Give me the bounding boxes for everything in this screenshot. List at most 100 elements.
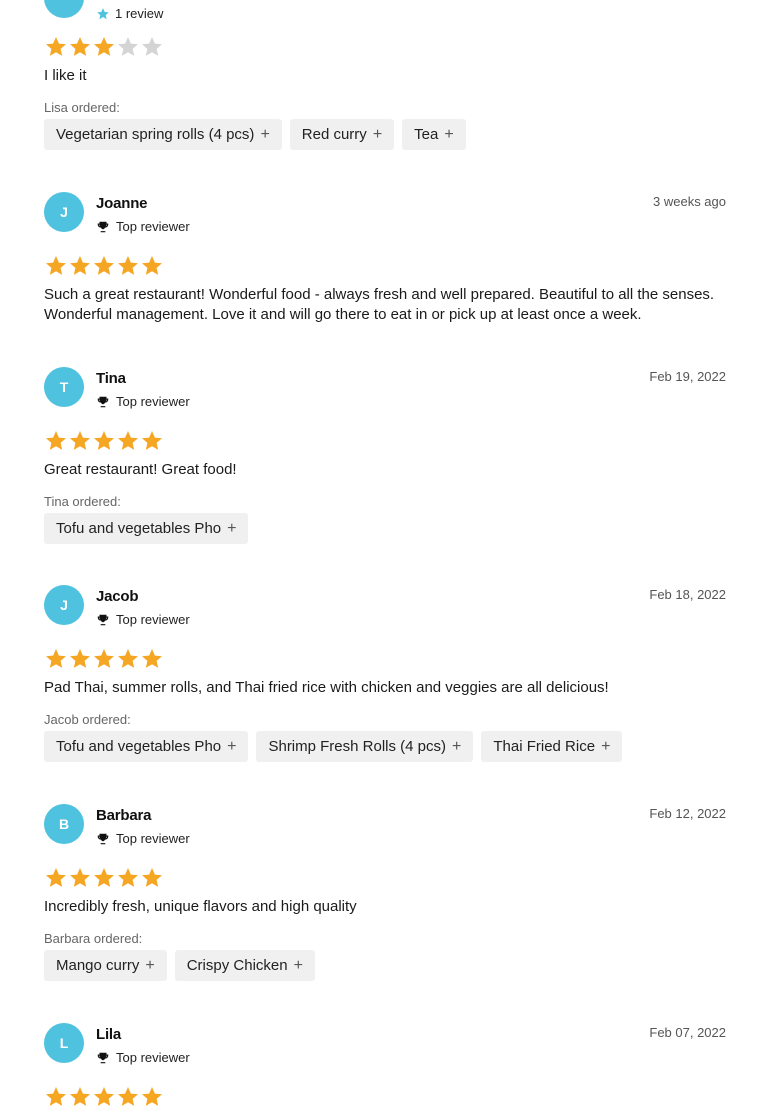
- ordered-item-chip[interactable]: Mango curry +: [44, 950, 167, 981]
- reviewer-name[interactable]: Lila: [96, 1026, 121, 1043]
- ordered-label: Tina ordered:: [44, 494, 121, 509]
- review-date: Feb 12, 2022: [649, 806, 726, 821]
- trophy-icon: [96, 1051, 110, 1065]
- review-text: Pad Thai, summer rolls, and Thai fried r…: [44, 679, 609, 696]
- top-reviewer-badge: Top reviewer: [96, 1050, 190, 1065]
- ordered-label: Jacob ordered:: [44, 712, 131, 727]
- badge-label: Top reviewer: [116, 612, 190, 627]
- star-icon: [140, 1085, 164, 1109]
- star-icon: [44, 866, 68, 890]
- ordered-item-chip[interactable]: Thai Fried Rice +: [481, 731, 623, 762]
- avatar: J: [44, 192, 84, 232]
- star-icon: [140, 429, 164, 453]
- top-reviewer-badge: Top reviewer: [96, 219, 190, 234]
- star-icon: [116, 647, 140, 671]
- star-icon: [140, 254, 164, 278]
- avatar: J: [44, 585, 84, 625]
- review-count: 1 review: [96, 6, 163, 21]
- plus-icon[interactable]: +: [227, 520, 236, 538]
- star-rating: [44, 254, 164, 278]
- plus-icon[interactable]: +: [444, 126, 453, 144]
- top-reviewer-badge: Top reviewer: [96, 612, 190, 627]
- ordered-item-chip[interactable]: Tofu and vegetables Pho +: [44, 513, 249, 544]
- star-icon: [92, 429, 116, 453]
- star-icon: [68, 866, 92, 890]
- review-text: I like it: [44, 67, 87, 84]
- reviewer-name[interactable]: Joanne: [96, 195, 148, 212]
- ordered-item-chip[interactable]: Shrimp Fresh Rolls (4 pcs) +: [256, 731, 474, 762]
- review-date: Feb 19, 2022: [649, 369, 726, 384]
- reviewer-name[interactable]: Jacob: [96, 588, 139, 605]
- ordered-label: Barbara ordered:: [44, 931, 143, 946]
- star-icon: [68, 429, 92, 453]
- ordered-item-label: Crispy Chicken: [186, 957, 288, 974]
- badge-label: Top reviewer: [116, 219, 190, 234]
- review-date: Feb 07, 2022: [649, 1025, 726, 1040]
- ordered-item-label: Tofu and vegetables Pho: [56, 738, 222, 755]
- star-rating: [44, 647, 164, 671]
- star-rating: [44, 35, 164, 59]
- badge-label: Top reviewer: [116, 831, 190, 846]
- badge-label: Top reviewer: [116, 1050, 190, 1065]
- review-date: Feb 18, 2022: [649, 587, 726, 602]
- top-reviewer-badge: Top reviewer: [96, 394, 190, 409]
- plus-icon[interactable]: +: [294, 957, 303, 975]
- ordered-item-label: Shrimp Fresh Rolls (4 pcs): [268, 738, 447, 755]
- ordered-item-label: Mango curry: [56, 957, 140, 974]
- ordered-item-chip[interactable]: Crispy Chicken +: [174, 950, 315, 981]
- badge-label: Top reviewer: [116, 394, 190, 409]
- review-date: 3 weeks ago: [653, 194, 726, 209]
- star-icon: [68, 35, 92, 59]
- ordered-items: Tofu and vegetables Pho + Shrimp Fresh Rol…: [44, 731, 623, 762]
- plus-icon[interactable]: +: [601, 738, 610, 756]
- ordered-item-chip[interactable]: Vegetarian spring rolls (4 pcs) +: [44, 119, 282, 150]
- ordered-item-chip[interactable]: Tea +: [402, 119, 466, 150]
- star-icon: [44, 429, 68, 453]
- review-text: Incredibly fresh, unique flavors and hig…: [44, 898, 357, 915]
- star-icon: [44, 1085, 68, 1109]
- star-icon: [92, 866, 116, 890]
- ordered-label: Lisa ordered:: [44, 100, 120, 115]
- star-icon: [68, 647, 92, 671]
- star-icon: [92, 35, 116, 59]
- trophy-icon: [96, 220, 110, 234]
- ordered-item-chip[interactable]: Tofu and vegetables Pho +: [44, 731, 249, 762]
- plus-icon[interactable]: +: [373, 126, 382, 144]
- star-icon: [116, 866, 140, 890]
- avatar: B: [44, 804, 84, 844]
- star-icon: [116, 254, 140, 278]
- star-icon: [68, 254, 92, 278]
- trophy-icon: [96, 395, 110, 409]
- reviewer-name[interactable]: Barbara: [96, 807, 151, 824]
- plus-icon[interactable]: +: [145, 957, 154, 975]
- ordered-item-label: Thai Fried Rice: [493, 738, 596, 755]
- star-icon: [92, 647, 116, 671]
- ordered-item-label: Red curry: [301, 126, 367, 143]
- review-text: Great restaurant! Great food!: [44, 461, 237, 478]
- plus-icon[interactable]: +: [452, 738, 461, 756]
- star-rating: [44, 1085, 164, 1109]
- ordered-items: Mango curry + Crispy Chicken +: [44, 950, 315, 981]
- star-icon: [116, 429, 140, 453]
- plus-icon[interactable]: +: [260, 126, 269, 144]
- plus-icon[interactable]: +: [227, 738, 236, 756]
- star-icon: [140, 35, 164, 59]
- avatar: T: [44, 367, 84, 407]
- star-icon: [140, 866, 164, 890]
- ordered-items: Tofu and vegetables Pho +: [44, 513, 249, 544]
- star-icon: [92, 1085, 116, 1109]
- ordered-items: Vegetarian spring rolls (4 pcs) + Red curr…: [44, 119, 466, 150]
- star-rating: [44, 866, 164, 890]
- review-text: Such a great restaurant! Wonderful food …: [44, 286, 715, 323]
- star-icon: [44, 35, 68, 59]
- star-rating: [44, 429, 164, 453]
- top-reviewer-badge: Top reviewer: [96, 831, 190, 846]
- star-icon: [44, 254, 68, 278]
- reviewer-name[interactable]: Tina: [96, 370, 126, 387]
- star-icon: [92, 254, 116, 278]
- star-icon: [96, 7, 110, 21]
- avatar: L: [44, 1023, 84, 1063]
- ordered-item-label: Tea: [414, 126, 439, 143]
- star-icon: [140, 647, 164, 671]
- ordered-item-chip[interactable]: Red curry +: [289, 119, 395, 150]
